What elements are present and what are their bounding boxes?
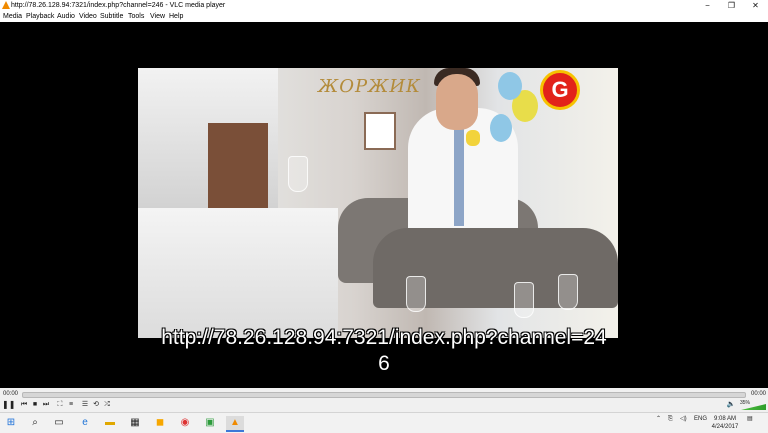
menu-help[interactable]: Help	[169, 12, 183, 21]
volume-percent: 35%	[740, 400, 751, 406]
window-title: http://78.26.128.94:7321/index.php?chann…	[11, 2, 226, 9]
next-icon[interactable]: ⏭	[41, 400, 51, 410]
notifications-icon[interactable]: ▤	[747, 416, 753, 423]
title-bar: http://78.26.128.94:7321/index.php?chann…	[0, 0, 768, 11]
ok-app-icon[interactable]: ◼	[153, 416, 167, 430]
elapsed-time: 00:00	[3, 391, 19, 397]
excel-icon[interactable]: ▣	[203, 416, 217, 430]
seek-bar[interactable]	[22, 392, 746, 398]
speaker-icon[interactable]: ◁)	[680, 416, 687, 423]
scene-counter	[138, 208, 338, 338]
total-time: 00:00	[751, 391, 767, 397]
language-indicator[interactable]: ENG	[694, 416, 707, 423]
taskbar: ⊞ ⌕ ▭ e ▬ ▦ ◼ ◉ ▣ ▲ ⌃ ⎘ ◁) ENG 9:08 AM 4…	[0, 412, 768, 433]
presenter-tie	[454, 126, 464, 226]
windows-start-icon[interactable]: ⊞	[4, 416, 18, 430]
menu-video[interactable]: Video	[79, 12, 97, 21]
microphone	[466, 130, 480, 146]
wall-certificate	[364, 112, 396, 150]
store-icon[interactable]: ▦	[128, 416, 142, 430]
controls-row: ❚❚ ⏮ ■ ⏭ ⛶ ≡ ☰ ⟲ ⤮ 🔈 35%	[0, 400, 768, 411]
network-icon[interactable]: ⎘	[668, 416, 673, 423]
stop-icon[interactable]: ■	[30, 400, 40, 410]
chrome-icon[interactable]: ◉	[178, 416, 192, 430]
search-icon[interactable]: ⌕	[28, 416, 42, 430]
video-area[interactable]: ЖОРЖИК G http://78.26.128.94:7321/index.…	[0, 22, 768, 388]
clock-time: 9:08 AM	[713, 416, 736, 422]
menu-subtitle[interactable]: Subtitle	[100, 12, 123, 21]
subtitle-line-1: http://78.26.128.94:7321/index.php?chann…	[161, 326, 607, 349]
edge-icon[interactable]: e	[78, 416, 92, 430]
channel-logo: G	[540, 70, 580, 110]
loop-icon[interactable]: ⟲	[91, 400, 101, 410]
balloon-blue-2	[490, 114, 512, 142]
shuffle-icon[interactable]: ⤮	[102, 400, 112, 410]
file-explorer-icon[interactable]: ▬	[103, 416, 117, 430]
close-button[interactable]: ✕	[744, 0, 767, 11]
menu-view[interactable]: View	[150, 12, 165, 21]
tray-chevron-icon[interactable]: ⌃	[656, 416, 661, 423]
menu-tools[interactable]: Tools	[128, 12, 144, 21]
player-controls: 00:00 00:00 ❚❚ ⏮ ■ ⏭ ⛶ ≡ ☰ ⟲ ⤮ 🔈 35%	[0, 388, 768, 412]
wine-glass	[514, 282, 534, 318]
subtitle-line-2: 6	[378, 352, 390, 375]
fullscreen-icon[interactable]: ⛶	[55, 400, 65, 410]
menu-media[interactable]: Media	[3, 12, 22, 21]
menu-audio[interactable]: Audio	[57, 12, 75, 21]
clock-date: 4/24/2017	[711, 424, 739, 430]
volume-icon[interactable]: 🔈	[726, 400, 736, 410]
menu-playback[interactable]: Playback	[26, 12, 54, 21]
maximize-button[interactable]: ❐	[720, 0, 743, 11]
balloon-blue	[498, 72, 522, 100]
pause-button[interactable]: ❚❚	[2, 400, 15, 410]
extended-settings-icon[interactable]: ≡	[66, 400, 76, 410]
vlc-cone-icon	[2, 1, 10, 9]
playlist-icon[interactable]: ☰	[80, 400, 90, 410]
menu-bar: Media Playback Audio Video Subtitle Tool…	[0, 11, 768, 22]
wine-glass	[406, 276, 426, 312]
clock[interactable]: 9:08 AM 4/24/2017	[710, 415, 740, 431]
vlc-taskbar-icon[interactable]: ▲	[226, 416, 244, 432]
video-frame: ЖОРЖИК G	[138, 68, 618, 338]
wine-glass	[558, 274, 578, 310]
minimize-button[interactable]: −	[696, 0, 719, 11]
task-view-icon[interactable]: ▭	[52, 416, 66, 430]
previous-icon[interactable]: ⏮	[19, 400, 29, 410]
wall-sign: ЖОРЖИК	[318, 76, 421, 97]
wine-glass	[288, 156, 308, 192]
presenter-head	[436, 74, 478, 130]
subtitle-text: http://78.26.128.94:7321/index.php?chann…	[0, 325, 768, 377]
